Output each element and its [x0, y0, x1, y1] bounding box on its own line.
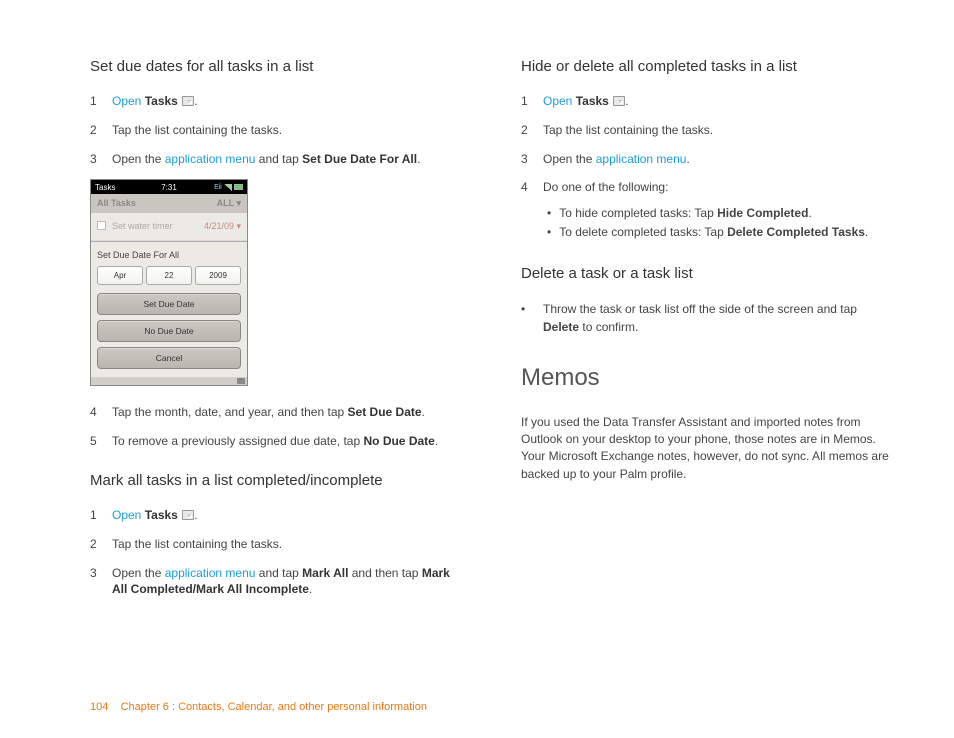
steps-mark-all: 1 Open Tasks . 2 Tap the list containing… — [90, 507, 463, 598]
step-1: 1 Open Tasks . — [90, 507, 463, 524]
signal-icon — [224, 184, 232, 191]
step-text: Tap the list containing the tasks. — [543, 122, 894, 139]
step-number: 3 — [90, 151, 112, 168]
step-2: 2 Tap the list containing the tasks. — [521, 122, 894, 139]
phone-gesture-area — [91, 377, 247, 385]
step-text: Tap the month, date, and year, and then … — [112, 404, 463, 421]
step-text: Open the application menu. — [543, 151, 894, 168]
step-number: 2 — [90, 122, 112, 139]
step-1: 1 Open Tasks . — [90, 93, 463, 110]
right-column: Hide or delete all completed tasks in a … — [521, 58, 894, 610]
statusbar-app: Tasks — [95, 183, 115, 192]
heading-hide-delete: Hide or delete all completed tasks in a … — [521, 58, 894, 75]
step-number: 1 — [90, 507, 112, 524]
steps-set-due-dates: 1 Open Tasks . 2 Tap the list containing… — [90, 93, 463, 167]
step-number: 5 — [90, 433, 112, 450]
statusbar-icons: Eⅱ — [214, 183, 243, 191]
phone-popup: Set Due Date For All Apr 22 2009 Set Due… — [91, 241, 247, 377]
chapter-title: Chapter 6 : Contacts, Calendar, and othe… — [121, 701, 427, 713]
step-number: 3 — [90, 565, 112, 599]
heading-mark-all: Mark all tasks in a list completed/incom… — [90, 472, 463, 489]
bullet-delete: To delete completed tasks: Tap Delete Co… — [547, 223, 894, 242]
bullet-hide: To hide completed tasks: Tap Hide Comple… — [547, 204, 894, 223]
day-chip[interactable]: 22 — [146, 266, 192, 285]
step-number: 2 — [90, 536, 112, 553]
page-body: Set due dates for all tasks in a list 1 … — [0, 0, 954, 650]
set-due-date-button[interactable]: Set Due Date — [97, 293, 241, 315]
step-number: 4 — [90, 404, 112, 421]
phone-statusbar: Tasks 7:31 Eⅱ — [91, 180, 247, 194]
tasks-app-icon — [182, 510, 194, 520]
phone-screenshot: Tasks 7:31 Eⅱ All Tasks ALL ▾ Set water … — [90, 179, 248, 386]
step-text: Open Tasks . — [112, 507, 463, 524]
step-text: Open Tasks . — [543, 93, 894, 110]
step-text: Tap the list containing the tasks. — [112, 536, 463, 553]
step-1: 1 Open Tasks . — [521, 93, 894, 110]
date-picker-row: Apr 22 2009 — [97, 266, 241, 285]
step-number: 1 — [90, 93, 112, 110]
open-link[interactable]: Open — [112, 94, 141, 108]
step-text: Tap the list containing the tasks. — [112, 122, 463, 139]
steps-hide-delete: 1 Open Tasks . 2 Tap the list containing… — [521, 93, 894, 196]
step-number: 2 — [521, 122, 543, 139]
app-menu-link[interactable]: application menu — [596, 152, 687, 166]
step-text: Open the application menu and tap Mark A… — [112, 565, 463, 599]
popup-title: Set Due Date For All — [97, 248, 241, 266]
app-menu-link[interactable]: application menu — [165, 566, 256, 580]
app-menu-link[interactable]: application menu — [165, 152, 256, 166]
step-text: Open the application menu and tap Set Du… — [112, 151, 463, 168]
step-3: 3 Open the application menu. — [521, 151, 894, 168]
cancel-button[interactable]: Cancel — [97, 347, 241, 369]
page-number: 104 — [90, 701, 108, 713]
heading-delete-task: Delete a task or a task list — [521, 265, 894, 282]
tasks-app-icon — [613, 96, 625, 106]
year-chip[interactable]: 2009 — [195, 266, 241, 285]
page-footer: 104 Chapter 6 : Contacts, Calendar, and … — [90, 701, 427, 713]
battery-icon — [234, 184, 243, 190]
step-text: To remove a previously assigned due date… — [112, 433, 463, 450]
open-link[interactable]: Open — [543, 94, 572, 108]
steps-set-due-dates-cont: 4 Tap the month, date, and year, and the… — [90, 404, 463, 450]
no-due-date-button[interactable]: No Due Date — [97, 320, 241, 342]
step-text: Do one of the following: — [543, 179, 894, 196]
step-4: 4 Tap the month, date, and year, and the… — [90, 404, 463, 421]
step-3: 3 Open the application menu and tap Mark… — [90, 565, 463, 599]
bullet-throw: Throw the task or task list off the side… — [521, 300, 894, 336]
memos-para: If you used the Data Transfer Assistant … — [521, 414, 894, 484]
open-link[interactable]: Open — [112, 508, 141, 522]
step-text: Open Tasks . — [112, 93, 463, 110]
ev-icon: Eⅱ — [214, 183, 222, 191]
step-2: 2 Tap the list containing the tasks. — [90, 122, 463, 139]
bullets-delete-task: Throw the task or task list off the side… — [521, 300, 894, 336]
step-4: 4 Do one of the following: — [521, 179, 894, 196]
month-chip[interactable]: Apr — [97, 266, 143, 285]
sub-bullets-hide-delete: To hide completed tasks: Tap Hide Comple… — [547, 204, 894, 242]
heading-set-due-dates: Set due dates for all tasks in a list — [90, 58, 463, 75]
phone-task-row: Set water timer 4/21/09 ▾ — [91, 213, 247, 241]
statusbar-time: 7:31 — [161, 183, 177, 192]
phone-list-header: All Tasks ALL ▾ — [91, 194, 247, 213]
step-3: 3 Open the application menu and tap Set … — [90, 151, 463, 168]
step-5: 5 To remove a previously assigned due da… — [90, 433, 463, 450]
step-number: 1 — [521, 93, 543, 110]
tasks-app-icon — [182, 96, 194, 106]
step-2: 2 Tap the list containing the tasks. — [90, 536, 463, 553]
tasks-word: Tasks — [145, 94, 178, 108]
step-number: 4 — [521, 179, 543, 196]
step-number: 3 — [521, 151, 543, 168]
checkbox-icon — [97, 221, 106, 230]
left-column: Set due dates for all tasks in a list 1 … — [90, 58, 463, 610]
resize-corner-icon — [237, 378, 245, 384]
heading-memos: Memos — [521, 364, 894, 392]
